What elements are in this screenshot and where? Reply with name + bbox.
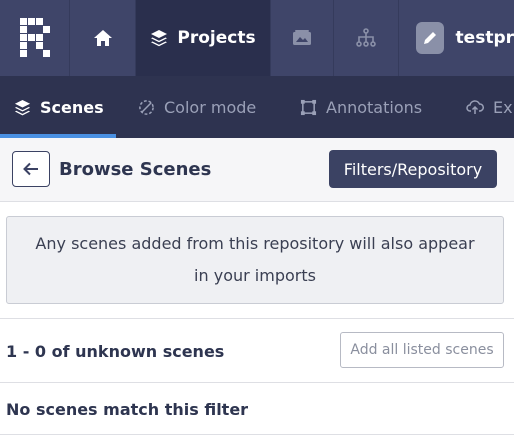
tab-color-mode[interactable]: Color mode — [116, 76, 280, 138]
browse-header: Browse Scenes Filters/Repository — [0, 138, 514, 202]
add-all-scenes-button[interactable]: Add all listed scenes — [340, 332, 504, 368]
nav-projects[interactable]: Projects — [135, 0, 271, 76]
layers-icon — [151, 30, 168, 47]
project-tabs: Scenes Color mode Annotations Ex — [0, 76, 514, 138]
page-title: Browse Scenes — [59, 159, 212, 180]
image-folder-icon — [292, 30, 311, 45]
avatar — [416, 22, 444, 54]
top-navbar: Projects testpr — [0, 0, 514, 76]
tab-exports[interactable]: Ex — [448, 76, 513, 138]
back-button[interactable] — [12, 151, 50, 187]
divider — [0, 318, 514, 319]
results-count: 1 - 0 of unknown scenes — [6, 342, 225, 361]
empty-state-message: No scenes match this filter — [6, 400, 249, 419]
cloud-upload-icon — [466, 100, 484, 114]
color-mode-icon — [139, 99, 154, 115]
nav-lab[interactable] — [334, 0, 400, 76]
pencil-icon — [423, 32, 436, 44]
logo-icon — [19, 18, 50, 57]
arrow-left-icon — [23, 162, 38, 176]
tab-color-mode-label: Color mode — [164, 97, 257, 117]
nav-imports[interactable] — [271, 0, 334, 76]
tab-annotations[interactable]: Annotations — [280, 76, 448, 138]
user-name: testpr — [455, 28, 514, 48]
nav-user[interactable]: testpr — [399, 0, 514, 76]
layers-icon — [14, 99, 31, 115]
tab-annotations-label: Annotations — [326, 97, 423, 117]
repository-notice: Any scenes added from this repository wi… — [6, 216, 504, 304]
nav-projects-label: Projects — [177, 28, 256, 48]
app-logo[interactable] — [0, 0, 71, 76]
divider — [0, 434, 514, 435]
nav-home[interactable] — [70, 0, 136, 76]
tab-scenes-label: Scenes — [40, 97, 104, 117]
home-icon — [93, 30, 112, 46]
annotations-icon — [300, 99, 317, 115]
tab-scenes[interactable]: Scenes — [0, 76, 116, 138]
sitemap-icon — [355, 28, 376, 47]
filters-repository-button[interactable]: Filters/Repository — [329, 150, 497, 188]
tab-exports-label: Ex — [493, 97, 513, 117]
divider — [0, 382, 514, 383]
